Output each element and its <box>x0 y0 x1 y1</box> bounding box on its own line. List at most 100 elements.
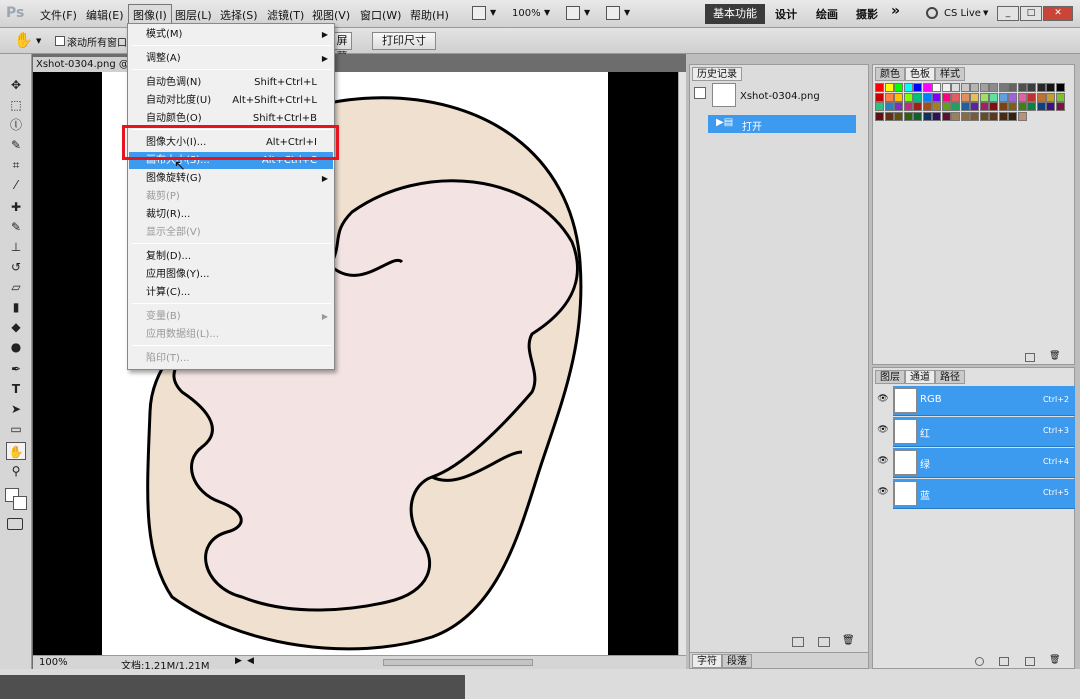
scroll-all-checkbox[interactable] <box>55 36 65 46</box>
color-swatch[interactable] <box>913 102 922 111</box>
eraser-tool-icon[interactable]: ▱ <box>6 278 26 296</box>
eye-icon[interactable]: 👁 <box>877 487 889 497</box>
eyedropper-tool-icon[interactable]: ⁄ <box>6 176 26 194</box>
hand-tool-icon[interactable]: ✋ <box>14 31 33 49</box>
healing-brush-tool-icon[interactable]: ✚ <box>6 198 26 216</box>
color-swatch[interactable] <box>979 92 989 102</box>
path-selection-tool-icon[interactable]: ➤ <box>6 400 26 418</box>
color-swatch[interactable] <box>884 111 894 121</box>
color-swatch[interactable] <box>903 102 913 111</box>
tab-color[interactable]: 颜色 <box>875 67 905 81</box>
color-swatch[interactable] <box>894 102 903 111</box>
color-swatch[interactable] <box>1027 83 1036 92</box>
menu-help[interactable]: 帮助(H) <box>410 7 449 23</box>
tab-paths[interactable]: 路径 <box>935 370 965 384</box>
color-swatch[interactable] <box>932 111 941 121</box>
color-swatch[interactable] <box>998 102 1008 111</box>
chevron-down-icon[interactable]: ▼ <box>624 8 630 17</box>
print-size-button[interactable]: 打印尺寸 <box>372 32 436 50</box>
menu-item-apply-image[interactable]: 应用图像(Y)... <box>129 266 333 283</box>
horizontal-scrollbar[interactable] <box>383 659 533 666</box>
status-menu-arrow-icon[interactable]: ▶ <box>235 656 242 666</box>
channel-row-red[interactable]: 红 Ctrl+3 <box>893 417 1075 447</box>
color-swatch[interactable] <box>960 92 970 102</box>
cslive-icon[interactable] <box>926 7 938 19</box>
menu-select[interactable]: 选择(S) <box>220 7 258 23</box>
color-swatch[interactable] <box>875 92 884 102</box>
color-swatch[interactable] <box>913 83 922 92</box>
color-swatch[interactable] <box>884 83 894 92</box>
color-swatch[interactable] <box>875 102 884 111</box>
menu-layer[interactable]: 图层(L) <box>175 7 212 23</box>
color-swatch[interactable] <box>979 83 989 92</box>
color-swatch[interactable] <box>1046 102 1055 111</box>
eye-icon[interactable]: 👁 <box>877 394 889 404</box>
color-swatch[interactable] <box>1055 83 1065 92</box>
color-swatch[interactable] <box>1046 83 1055 92</box>
menu-file[interactable]: 文件(F) <box>40 7 77 23</box>
workspace-design[interactable]: 设计 <box>772 6 800 22</box>
color-swatch[interactable] <box>903 111 913 121</box>
color-swatch[interactable] <box>951 102 960 111</box>
color-swatch[interactable] <box>960 83 970 92</box>
minimize-button[interactable]: _ <box>997 6 1019 21</box>
blur-tool-icon[interactable]: ◆ <box>6 318 26 336</box>
color-swatch[interactable] <box>922 92 932 102</box>
color-swatch[interactable] <box>1036 92 1046 102</box>
eye-icon[interactable]: 👁 <box>877 456 889 466</box>
color-swatch[interactable] <box>913 92 922 102</box>
quick-select-tool-icon[interactable]: ✎ <box>6 136 26 154</box>
color-swatch[interactable] <box>989 102 998 111</box>
more-workspaces-icon[interactable]: » <box>888 3 903 19</box>
close-button[interactable]: ✕ <box>1043 6 1073 21</box>
status-zoom[interactable]: 100% <box>39 657 68 668</box>
color-swatch[interactable] <box>1055 92 1065 102</box>
menu-item-calculations[interactable]: 计算(C)... <box>129 284 333 301</box>
color-swatch[interactable] <box>989 83 998 92</box>
color-swatch[interactable] <box>1046 92 1055 102</box>
color-swatch[interactable] <box>913 111 922 121</box>
tab-styles[interactable]: 样式 <box>935 67 965 81</box>
color-swatch[interactable] <box>998 92 1008 102</box>
color-swatch[interactable] <box>922 102 932 111</box>
tab-swatches[interactable]: 色板 <box>905 67 935 81</box>
menu-item-mode[interactable]: 模式(M) ▶ <box>129 26 333 43</box>
cslive-button[interactable]: CS Live <box>944 8 981 19</box>
maximize-button[interactable]: □ <box>1020 6 1042 21</box>
history-brush-tool-icon[interactable]: ↺ <box>6 258 26 276</box>
color-swatch[interactable] <box>1055 102 1065 111</box>
screen-mode-icon[interactable] <box>606 6 620 20</box>
chevron-down-icon[interactable]: ▼ <box>36 37 41 45</box>
color-swatch[interactable] <box>894 92 903 102</box>
tab-history[interactable]: 历史记录 <box>692 67 742 81</box>
color-swatch[interactable] <box>1008 111 1017 121</box>
pen-tool-icon[interactable]: ✒ <box>6 360 26 378</box>
history-step-open[interactable]: ▶▤ 打开 <box>708 115 856 133</box>
document-tab[interactable]: Xshot-0304.png @ <box>33 57 129 72</box>
color-swatch[interactable] <box>1036 102 1046 111</box>
background-color-swatch[interactable] <box>13 496 27 510</box>
zoom-level[interactable]: 100% <box>512 8 541 19</box>
scroll-left-arrow-icon[interactable]: ◀ <box>247 656 254 666</box>
color-swatch[interactable] <box>941 92 951 102</box>
color-swatch[interactable] <box>951 111 960 121</box>
color-swatch[interactable] <box>970 92 979 102</box>
tab-character[interactable]: 字符 <box>692 654 722 668</box>
arrange-documents-icon[interactable] <box>566 6 580 20</box>
color-swatch[interactable] <box>998 111 1008 121</box>
trash-icon[interactable]: 🗑 <box>1049 351 1060 361</box>
color-swatch[interactable] <box>903 83 913 92</box>
color-swatch[interactable] <box>1008 92 1017 102</box>
vertical-scrollbar[interactable] <box>678 72 686 655</box>
color-swatch[interactable] <box>989 92 998 102</box>
color-swatch[interactable] <box>894 111 903 121</box>
move-tool-icon[interactable]: ✥ <box>6 76 26 94</box>
snapshot-name[interactable]: Xshot-0304.png <box>740 91 820 102</box>
zoom-tool-icon[interactable]: ⚲ <box>6 462 26 480</box>
color-swatch[interactable] <box>903 92 913 102</box>
workspace-painting[interactable]: 绘画 <box>813 6 841 22</box>
color-swatch[interactable] <box>884 92 894 102</box>
clone-stamp-tool-icon[interactable]: ⊥ <box>6 238 26 256</box>
crop-tool-icon[interactable]: ⌗ <box>6 156 26 174</box>
color-swatch[interactable] <box>979 102 989 111</box>
